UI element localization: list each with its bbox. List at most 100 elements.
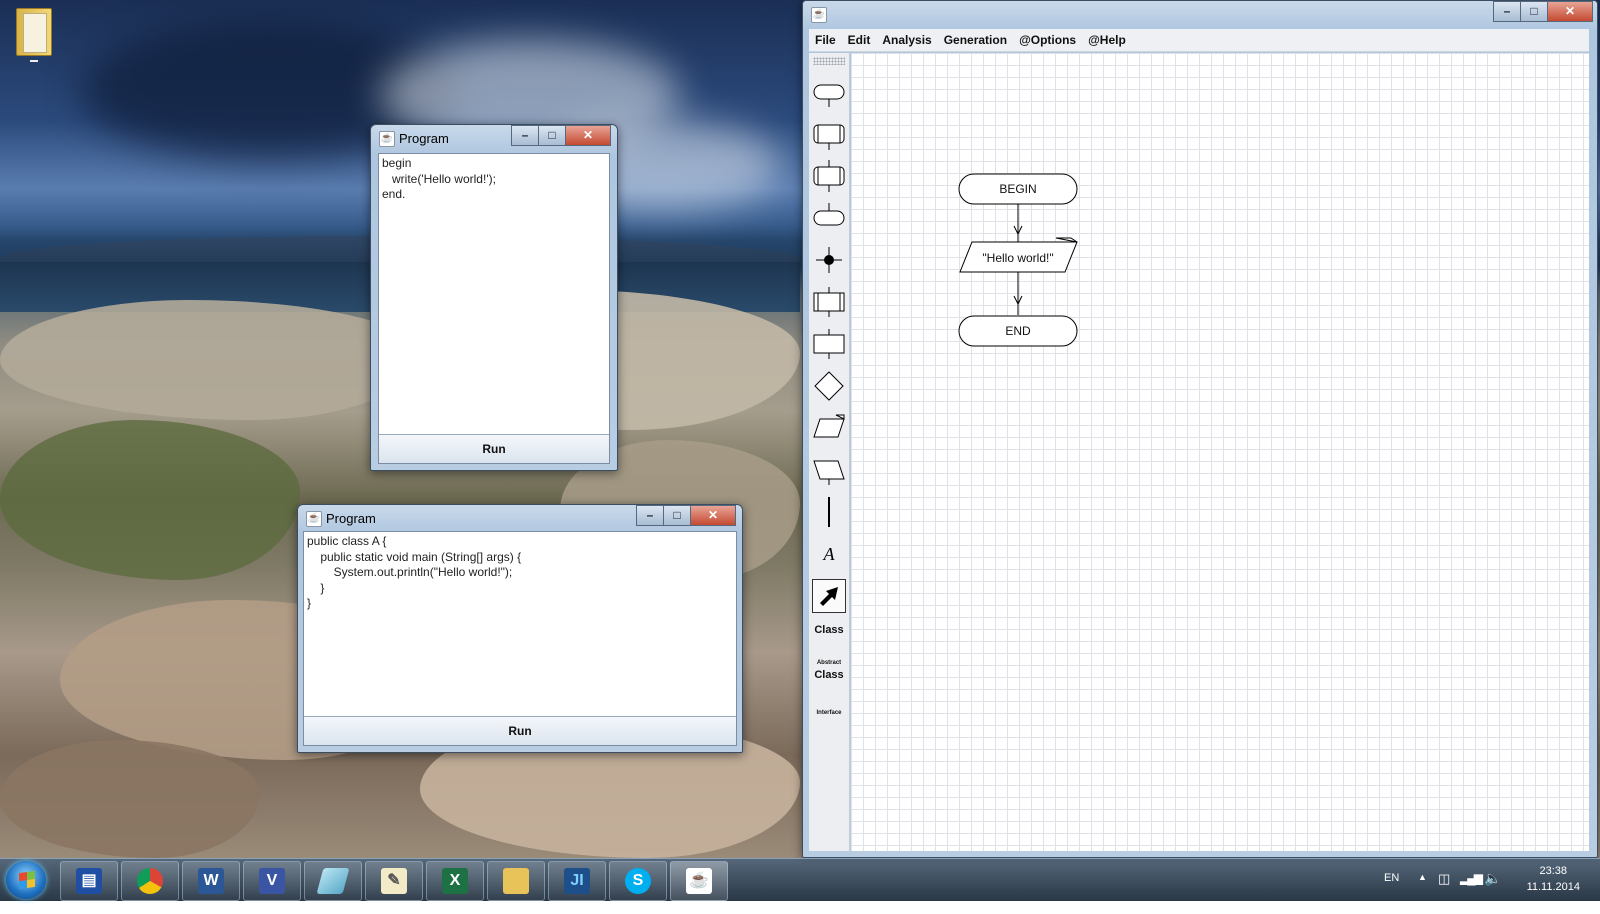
line-tool-icon (828, 497, 830, 527)
tool-text[interactable]: A (812, 537, 846, 571)
flowchart-editor-window: ☕ – □ ✕ File Edit Analysis Generation @Optio… (802, 0, 1598, 858)
close-icon: ✕ (707, 508, 719, 522)
run-button[interactable]: Run (304, 716, 736, 745)
end-label: END (1005, 324, 1031, 338)
desktop-folder-icon[interactable] (16, 8, 52, 62)
menu-edit[interactable]: Edit (842, 29, 877, 51)
input-parallelogram-icon (813, 414, 845, 438)
tool-output[interactable] (812, 453, 846, 487)
tool-interface[interactable]: Interface (809, 709, 849, 717)
tool-predefined-process[interactable] (812, 285, 846, 319)
tool-end[interactable] (812, 201, 846, 235)
junction-icon (816, 247, 842, 273)
taskbar-java[interactable]: ☕ (670, 861, 728, 901)
minimize-button[interactable]: – (1493, 1, 1521, 22)
maximize-icon: □ (673, 508, 681, 522)
menu-bar: File Edit Analysis Generation @Options @Help (809, 29, 1589, 52)
taskbar: ▤ W V ✎ X JI S ☕ EN ▲ ◫ ▂▄▆ 🔈 23:38 11.1… (0, 858, 1600, 901)
close-button[interactable]: ✕ (1547, 1, 1593, 22)
window-titlebar[interactable]: ☕ – □ ✕ (803, 1, 1597, 27)
flowchart-output-node[interactable]: "Hello world!" (959, 237, 1078, 273)
code-editor[interactable]: begin write('Hello world!'); end. (379, 154, 609, 433)
window-titlebar[interactable]: ☕ Program – □ ✕ (298, 505, 742, 531)
menu-analysis[interactable]: Analysis (876, 29, 937, 51)
intellij-icon: JI (564, 868, 590, 894)
menu-file[interactable]: File (809, 29, 842, 51)
program-panel: public class A { public static void main… (303, 531, 737, 746)
taskbar-eraser[interactable] (304, 861, 362, 901)
output-parallelogram-icon (813, 460, 845, 485)
output-label: "Hello world!" (982, 251, 1053, 265)
terminator-shape-icon (813, 84, 845, 107)
window-title: Program (399, 131, 449, 146)
tool-subroutine[interactable] (812, 117, 846, 151)
tool-process[interactable] (812, 327, 846, 361)
clock-time: 23:38 (1539, 865, 1568, 877)
maximize-button[interactable]: □ (1520, 1, 1548, 22)
menu-help[interactable]: @Help (1082, 29, 1132, 51)
tool-connector-line[interactable] (812, 495, 846, 529)
taskbar-excel[interactable]: X (426, 861, 484, 901)
loop-shape-icon (813, 160, 845, 192)
network-signal-icon[interactable]: ▂▄▆ (1460, 871, 1483, 913)
tool-abstract-class-small[interactable]: Abstract (809, 659, 849, 667)
clock-date: 11.11.2014 (1526, 881, 1580, 893)
menu-generation[interactable]: Generation (938, 29, 1013, 51)
pointer-arrow-icon (820, 587, 838, 606)
notepad-icon: ✎ (381, 868, 407, 894)
taskbar-intellij[interactable]: JI (548, 861, 606, 901)
tool-terminator[interactable] (812, 75, 846, 109)
word-icon: W (198, 868, 224, 894)
tool-input[interactable] (812, 411, 846, 445)
tool-abstract-class[interactable]: Class (809, 667, 849, 683)
volume-icon[interactable]: 🔈 (1484, 870, 1501, 912)
save-icon: ▤ (76, 868, 102, 894)
maximize-button[interactable]: □ (538, 125, 566, 146)
taskbar-skype[interactable]: S (609, 861, 667, 901)
language-indicator[interactable]: EN (1384, 872, 1399, 914)
visio-icon: V (259, 868, 285, 894)
maximize-icon: □ (548, 128, 556, 142)
eraser-icon (316, 868, 350, 894)
java-icon: ☕ (686, 868, 712, 894)
taskbar-save[interactable]: ▤ (60, 861, 118, 901)
flowchart-diagram: BEGIN "Hello world!" END (958, 173, 1078, 347)
minimize-icon: – (646, 508, 654, 522)
tool-class[interactable]: Class (809, 622, 849, 638)
palette-drag-handle[interactable] (813, 57, 845, 65)
taskbar-chrome[interactable] (121, 861, 179, 901)
tool-junction[interactable] (812, 243, 846, 277)
windows-logo-icon (19, 870, 35, 890)
system-clock[interactable]: 23:38 11.11.2014 (1527, 863, 1580, 895)
minimize-button[interactable]: – (511, 125, 539, 146)
subroutine-shape-icon (813, 124, 845, 150)
tool-select-pointer[interactable] (812, 579, 846, 613)
start-button[interactable] (6, 861, 46, 899)
flowchart-end-node[interactable]: END (958, 315, 1078, 347)
diagram-canvas[interactable]: BEGIN "Hello world!" END (851, 53, 1589, 851)
usb-device-icon[interactable]: ◫ (1438, 871, 1450, 913)
close-button[interactable]: ✕ (690, 505, 736, 526)
text-tool-icon: A (823, 543, 835, 564)
maximize-button[interactable]: □ (663, 505, 691, 526)
program-window-java: ☕ Program – □ ✕ public class A { public … (297, 504, 743, 753)
taskbar-notepad[interactable]: ✎ (365, 861, 423, 901)
run-button[interactable]: Run (379, 434, 609, 463)
flowchart-begin-node[interactable]: BEGIN (958, 173, 1078, 205)
taskbar-visio[interactable]: V (243, 861, 301, 901)
tool-decision[interactable] (812, 369, 846, 403)
minimize-button[interactable]: – (636, 505, 664, 526)
window-title: Program (326, 511, 376, 526)
taskbar-word[interactable]: W (182, 861, 240, 901)
minimize-icon: – (1503, 4, 1511, 18)
taskbar-explorer[interactable] (487, 861, 545, 901)
minimize-icon: – (521, 128, 529, 142)
show-hidden-icons-arrow-icon[interactable]: ▲ (1418, 872, 1427, 914)
window-titlebar[interactable]: ☕ Program – □ ✕ (371, 125, 617, 151)
decision-diamond-icon (814, 371, 844, 401)
close-button[interactable]: ✕ (565, 125, 611, 146)
flowchart-edge-begin-output (1013, 204, 1023, 242)
code-editor[interactable]: public class A { public static void main… (304, 532, 736, 715)
tool-loop[interactable] (812, 159, 846, 193)
menu-options[interactable]: @Options (1013, 29, 1082, 51)
